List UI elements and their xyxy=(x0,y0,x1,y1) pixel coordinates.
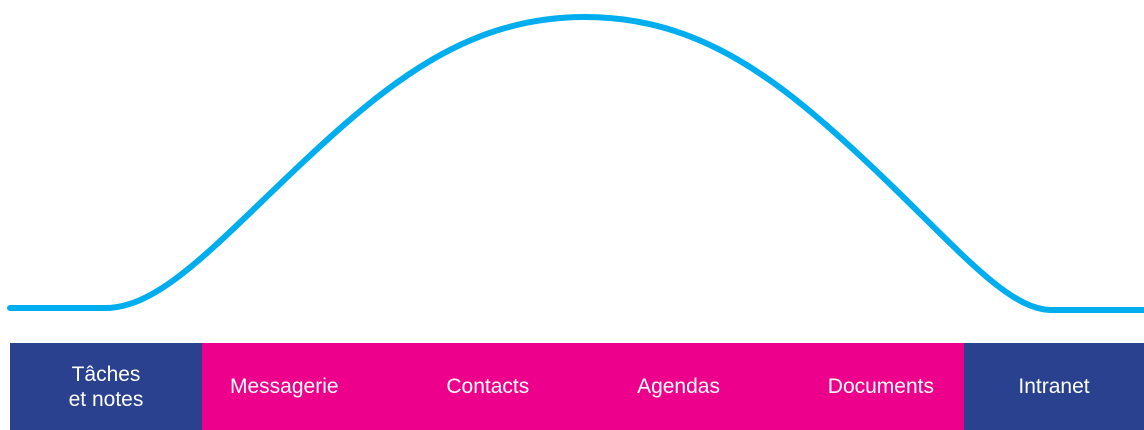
segment-group-pink: Messagerie Contacts Agendas Documents xyxy=(202,343,964,430)
label-et-notes: et notes xyxy=(68,387,144,411)
category-bar: Tâches et notes Messagerie Contacts Agen… xyxy=(10,343,1144,430)
label-contacts: Contacts xyxy=(446,374,530,398)
bell-curve xyxy=(7,14,1144,313)
label-agendas: Agendas xyxy=(637,374,720,398)
segment-taches-et-notes: Tâches et notes xyxy=(10,343,202,430)
label-documents: Documents xyxy=(827,374,934,398)
bell-curve-line xyxy=(7,14,1144,313)
label-intranet: Intranet xyxy=(1018,375,1090,398)
label-messagerie: Messagerie xyxy=(230,374,339,398)
segment-intranet: Intranet xyxy=(964,343,1144,430)
label-taches: Tâches xyxy=(71,362,141,386)
